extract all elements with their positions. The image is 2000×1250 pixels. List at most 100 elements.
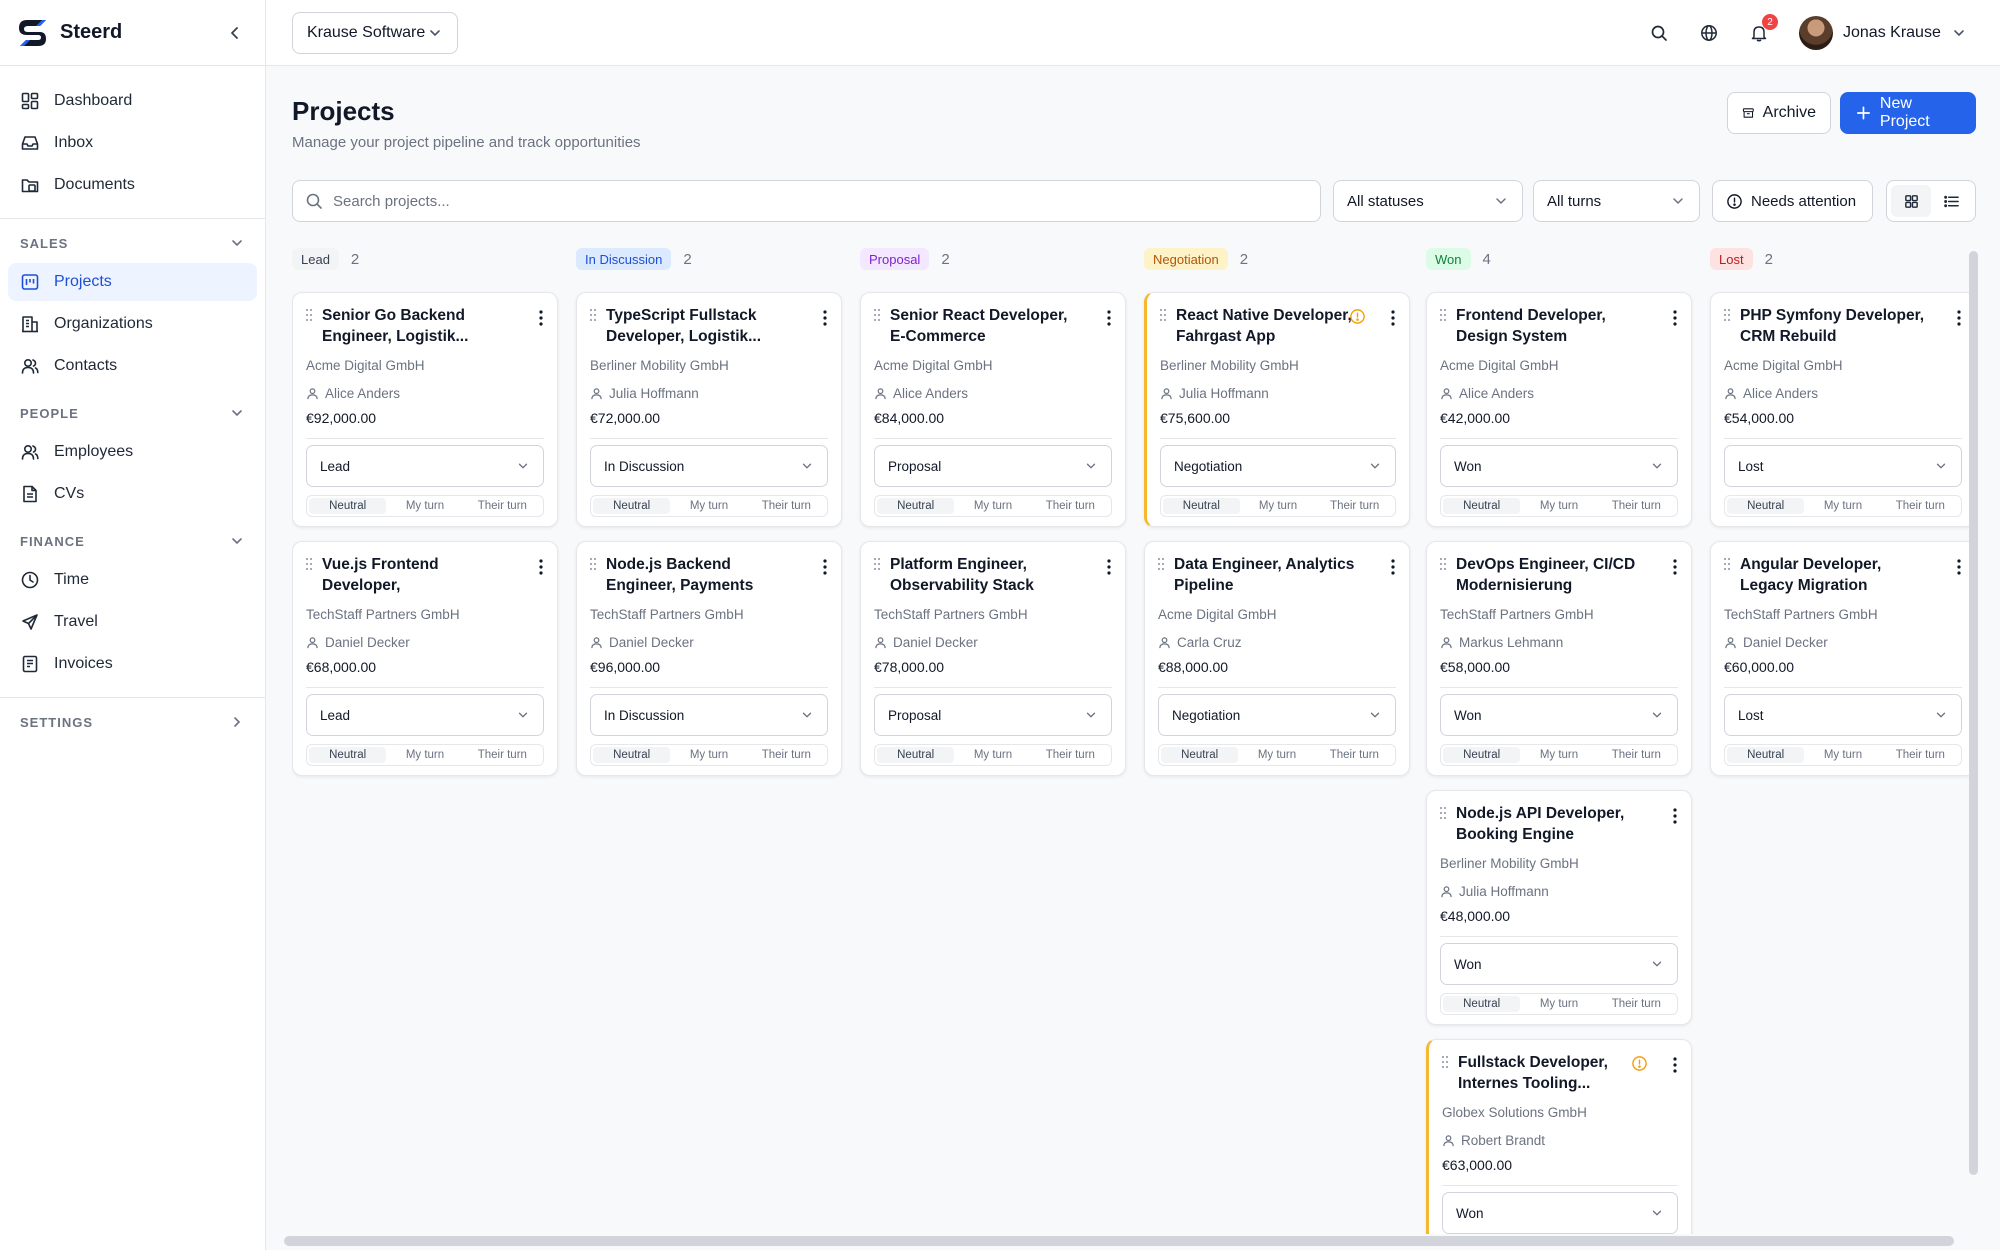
- more-vertical-icon[interactable]: [1107, 559, 1111, 575]
- nav-item-inbox[interactable]: Inbox: [8, 124, 257, 162]
- stage-select[interactable]: Lost: [1724, 445, 1962, 487]
- card-title[interactable]: Node.js API Developer, Booking Engine: [1456, 803, 1646, 845]
- project-card[interactable]: Node.js Backend Engineer, Payments Platt…: [576, 541, 842, 776]
- project-card[interactable]: TypeScript Fullstack Developer, Logistik…: [576, 292, 842, 527]
- nav-item-organizations[interactable]: Organizations: [8, 305, 257, 343]
- turn-option[interactable]: Their turn: [1882, 498, 1959, 514]
- card-title[interactable]: Frontend Developer, Design System: [1456, 305, 1646, 347]
- turn-option[interactable]: Their turn: [1598, 747, 1675, 763]
- stage-select[interactable]: Lead: [306, 445, 544, 487]
- nav-item-employees[interactable]: Employees: [8, 433, 257, 471]
- section-people[interactable]: PEOPLE: [8, 401, 257, 425]
- turn-option[interactable]: My turn: [1520, 498, 1597, 514]
- card-title[interactable]: PHP Symfony Developer, CRM Rebuild: [1740, 305, 1930, 347]
- more-vertical-icon[interactable]: [1957, 310, 1961, 326]
- stage-select[interactable]: Won: [1440, 445, 1678, 487]
- turn-option[interactable]: Neutral: [1443, 747, 1521, 763]
- nav-item-cvs[interactable]: CVs: [8, 475, 257, 513]
- drag-handle-icon[interactable]: [873, 308, 881, 322]
- more-vertical-icon[interactable]: [539, 559, 543, 575]
- project-card[interactable]: Vue.js Frontend Developer, Versicherungs…: [292, 541, 558, 776]
- more-vertical-icon[interactable]: [1673, 559, 1677, 575]
- card-title[interactable]: TypeScript Fullstack Developer, Logistik…: [606, 305, 796, 347]
- vertical-scrollbar[interactable]: [1969, 251, 1978, 1175]
- turn-option[interactable]: My turn: [386, 498, 463, 514]
- more-vertical-icon[interactable]: [1391, 559, 1395, 575]
- turn-option[interactable]: Their turn: [1598, 996, 1675, 1012]
- more-vertical-icon[interactable]: [1673, 1057, 1677, 1073]
- organization-select[interactable]: Krause Software: [292, 12, 458, 54]
- turn-option[interactable]: Their turn: [464, 747, 541, 763]
- card-title[interactable]: Platform Engineer, Observability Stack: [890, 554, 1080, 596]
- turn-option[interactable]: Neutral: [1443, 996, 1521, 1012]
- card-title[interactable]: Fullstack Developer, Internes Tooling...: [1458, 1052, 1648, 1094]
- turn-option[interactable]: Neutral: [1443, 498, 1521, 514]
- card-title[interactable]: Angular Developer, Legacy Migration: [1740, 554, 1930, 596]
- turn-option[interactable]: Their turn: [1032, 747, 1109, 763]
- card-title[interactable]: Node.js Backend Engineer, Payments Platt…: [606, 554, 796, 596]
- drag-handle-icon[interactable]: [1157, 557, 1165, 571]
- turn-option[interactable]: My turn: [954, 498, 1031, 514]
- project-card[interactable]: Angular Developer, Legacy Migration TechS…: [1710, 541, 1972, 776]
- more-vertical-icon[interactable]: [1673, 310, 1677, 326]
- project-card[interactable]: PHP Symfony Developer, CRM Rebuild Acme D…: [1710, 292, 1972, 527]
- turn-option[interactable]: Neutral: [1727, 498, 1805, 514]
- drag-handle-icon[interactable]: [305, 557, 313, 571]
- project-card[interactable]: React Native Developer, Fahrgast App Berl…: [1144, 292, 1410, 527]
- stage-select[interactable]: In Discussion: [590, 445, 828, 487]
- drag-handle-icon[interactable]: [589, 308, 597, 322]
- turn-option[interactable]: Their turn: [1882, 747, 1959, 763]
- drag-handle-icon[interactable]: [1439, 557, 1447, 571]
- turn-option[interactable]: Neutral: [1163, 498, 1240, 514]
- nav-item-travel[interactable]: Travel: [8, 603, 257, 641]
- turn-option[interactable]: My turn: [954, 747, 1031, 763]
- drag-handle-icon[interactable]: [305, 308, 313, 322]
- drag-handle-icon[interactable]: [1723, 308, 1731, 322]
- turn-option[interactable]: My turn: [1804, 498, 1881, 514]
- drag-handle-icon[interactable]: [873, 557, 881, 571]
- card-title[interactable]: Vue.js Frontend Developer, Versicherungs…: [322, 554, 512, 596]
- turn-option[interactable]: My turn: [1804, 747, 1881, 763]
- project-card[interactable]: Senior Go Backend Engineer, Logistik... A…: [292, 292, 558, 527]
- turn-option[interactable]: Neutral: [877, 498, 955, 514]
- project-card[interactable]: Data Engineer, Analytics Pipeline Acme Di…: [1144, 541, 1410, 776]
- turn-option[interactable]: Their turn: [748, 747, 825, 763]
- card-title[interactable]: DevOps Engineer, CI/CD Modernisierung: [1456, 554, 1646, 596]
- turn-option[interactable]: Their turn: [1316, 498, 1393, 514]
- project-card[interactable]: Frontend Developer, Design System Acme Di…: [1426, 292, 1692, 527]
- nav-item-projects[interactable]: Projects: [8, 263, 257, 301]
- more-vertical-icon[interactable]: [1957, 559, 1961, 575]
- search-box[interactable]: [292, 180, 1321, 222]
- turn-option[interactable]: Their turn: [1598, 498, 1675, 514]
- turn-option[interactable]: Their turn: [1316, 747, 1393, 763]
- list-view-button[interactable]: [1931, 185, 1971, 217]
- turn-filter-select[interactable]: All turns: [1533, 180, 1700, 222]
- card-title[interactable]: Data Engineer, Analytics Pipeline: [1174, 554, 1364, 596]
- archive-button[interactable]: Archive: [1727, 92, 1831, 134]
- turn-option[interactable]: Neutral: [309, 747, 387, 763]
- turn-option[interactable]: Neutral: [593, 747, 671, 763]
- stage-select[interactable]: Won: [1440, 943, 1678, 985]
- project-card[interactable]: Fullstack Developer, Internes Tooling...…: [1426, 1039, 1692, 1234]
- stage-select[interactable]: Proposal: [874, 445, 1112, 487]
- turn-option[interactable]: Neutral: [309, 498, 387, 514]
- turn-option[interactable]: Neutral: [1727, 747, 1805, 763]
- project-card[interactable]: DevOps Engineer, CI/CD Modernisierung Tec…: [1426, 541, 1692, 776]
- card-title[interactable]: Senior React Developer, E-Commerce Repla…: [890, 305, 1080, 347]
- stage-select[interactable]: Proposal: [874, 694, 1112, 736]
- turn-option[interactable]: My turn: [1240, 498, 1317, 514]
- grid-view-button[interactable]: [1891, 185, 1931, 217]
- user-menu[interactable]: Jonas Krause: [1799, 15, 1967, 51]
- more-vertical-icon[interactable]: [1673, 808, 1677, 824]
- stage-select[interactable]: Negotiation: [1160, 445, 1396, 487]
- nav-item-invoices[interactable]: Invoices: [8, 645, 257, 683]
- horizontal-scrollbar[interactable]: [284, 1236, 1954, 1246]
- nav-item-documents[interactable]: Documents: [8, 166, 257, 204]
- stage-select[interactable]: Won: [1440, 694, 1678, 736]
- section-finance[interactable]: FINANCE: [8, 529, 257, 553]
- stage-select[interactable]: Negotiation: [1158, 694, 1396, 736]
- more-vertical-icon[interactable]: [823, 310, 827, 326]
- project-card[interactable]: Senior React Developer, E-Commerce Repla…: [860, 292, 1126, 527]
- section-sales[interactable]: SALES: [8, 231, 257, 255]
- turn-option[interactable]: Their turn: [1032, 498, 1109, 514]
